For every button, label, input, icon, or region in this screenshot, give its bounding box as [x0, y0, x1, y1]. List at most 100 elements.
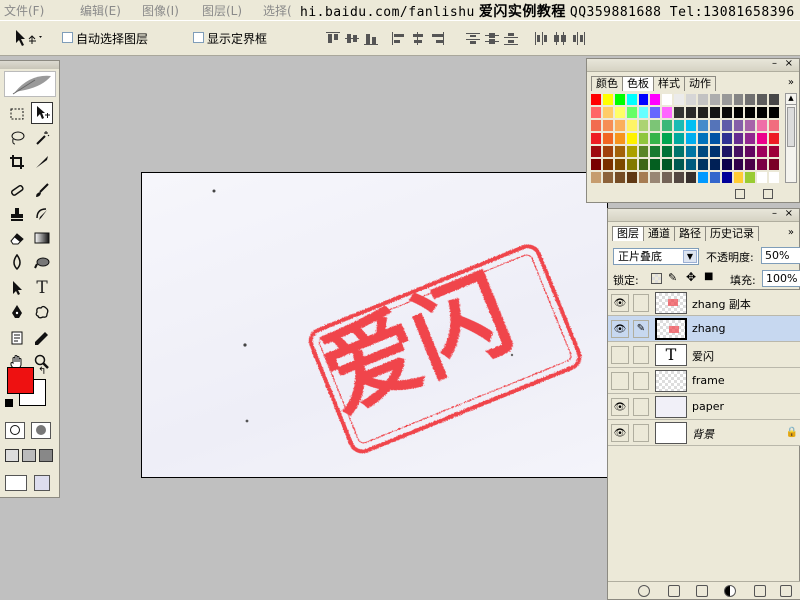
- color-swatch[interactable]: [649, 119, 662, 132]
- color-swatch[interactable]: [637, 106, 650, 119]
- color-swatch[interactable]: [696, 119, 709, 132]
- foreground-color-swatch[interactable]: [7, 367, 34, 394]
- color-swatch[interactable]: [720, 132, 733, 145]
- color-swatch[interactable]: [732, 158, 745, 171]
- tab-paths[interactable]: 路径: [674, 226, 706, 241]
- color-swatch[interactable]: [756, 93, 769, 106]
- swatches-scrollbar[interactable]: ▲: [785, 93, 797, 183]
- color-swatch[interactable]: [720, 145, 733, 158]
- color-swatch[interactable]: [696, 132, 709, 145]
- color-swatch[interactable]: [673, 132, 685, 145]
- layers-minimize-icon[interactable]: –: [772, 208, 777, 219]
- color-swatch[interactable]: [768, 171, 780, 184]
- color-swatch[interactable]: [601, 119, 614, 132]
- jump-to-imageready-icon[interactable]: [34, 475, 50, 491]
- color-swatch[interactable]: [590, 145, 602, 158]
- align-vcenter-icon[interactable]: [345, 32, 359, 45]
- align-bottom-icon[interactable]: [364, 32, 378, 45]
- slice-tool[interactable]: [31, 151, 53, 173]
- color-swatch[interactable]: [768, 132, 780, 145]
- notes-tool[interactable]: [6, 327, 28, 349]
- color-swatch[interactable]: [625, 158, 638, 171]
- color-swatch[interactable]: [720, 158, 733, 171]
- color-swatch[interactable]: [637, 145, 650, 158]
- color-swatch[interactable]: [720, 106, 733, 119]
- blur-tool[interactable]: [6, 251, 28, 273]
- standard-mode-button[interactable]: [5, 422, 25, 439]
- color-swatch[interactable]: [613, 145, 626, 158]
- color-swatch[interactable]: [661, 158, 674, 171]
- color-swatch[interactable]: [768, 106, 780, 119]
- layer-link-slot[interactable]: [633, 346, 649, 364]
- color-swatch[interactable]: [685, 132, 697, 145]
- color-swatch[interactable]: [625, 93, 638, 106]
- color-swatch[interactable]: [673, 171, 685, 184]
- menu-edit[interactable]: 编辑(E): [80, 2, 121, 19]
- color-swatch[interactable]: [625, 171, 638, 184]
- color-swatch[interactable]: [637, 171, 650, 184]
- screen-mode-standard-button[interactable]: [5, 449, 19, 462]
- color-swatch[interactable]: [768, 93, 780, 106]
- path-selection-tool[interactable]: [6, 277, 28, 299]
- color-swatch[interactable]: [661, 106, 674, 119]
- color-swatch[interactable]: [732, 171, 745, 184]
- color-swatch[interactable]: [708, 171, 721, 184]
- color-swatch[interactable]: [601, 171, 614, 184]
- color-swatch[interactable]: [625, 106, 638, 119]
- color-swatch[interactable]: [744, 106, 757, 119]
- color-swatch[interactable]: [625, 132, 638, 145]
- color-swatch[interactable]: [649, 171, 662, 184]
- distribute-vcenter-icon[interactable]: [485, 32, 499, 45]
- screen-mode-menu-button[interactable]: [22, 449, 36, 462]
- document-canvas[interactable]: 爱闪: [141, 172, 608, 478]
- color-swatch[interactable]: [590, 119, 602, 132]
- color-swatch[interactable]: [637, 158, 650, 171]
- color-swatch[interactable]: [744, 132, 757, 145]
- tab-swatches[interactable]: 色板: [622, 76, 654, 91]
- color-swatch[interactable]: [649, 145, 662, 158]
- color-swatch[interactable]: [649, 132, 662, 145]
- eye-slot[interactable]: [611, 346, 629, 364]
- eye-icon[interactable]: 👁: [611, 398, 629, 416]
- trash-icon[interactable]: [780, 585, 792, 597]
- color-swatch[interactable]: [696, 158, 709, 171]
- lock-position-icon[interactable]: ✥: [686, 270, 696, 284]
- color-swatch[interactable]: [685, 119, 697, 132]
- color-swatch[interactable]: [708, 132, 721, 145]
- color-swatch[interactable]: [744, 158, 757, 171]
- color-swatch[interactable]: [590, 106, 602, 119]
- color-swatch[interactable]: [673, 119, 685, 132]
- fill-input[interactable]: 100%: [762, 270, 800, 287]
- color-swatch[interactable]: [720, 171, 733, 184]
- align-left-icon[interactable]: [392, 32, 406, 45]
- show-bounds-checkbox[interactable]: [193, 32, 204, 43]
- layer-row-paper[interactable]: 👁 paper: [608, 394, 800, 420]
- tab-layers[interactable]: 图层: [612, 226, 644, 241]
- color-swatch[interactable]: [613, 171, 626, 184]
- color-swatch[interactable]: [685, 106, 697, 119]
- brush-tool[interactable]: [31, 179, 53, 201]
- distribute-right-icon[interactable]: [572, 32, 586, 45]
- color-swatch[interactable]: [590, 93, 602, 106]
- color-swatch[interactable]: [732, 93, 745, 106]
- color-swatch[interactable]: [601, 132, 614, 145]
- color-swatch[interactable]: [768, 119, 780, 132]
- color-swatch[interactable]: [756, 145, 769, 158]
- layer-row-zhang[interactable]: 👁 ✎ zhang: [608, 316, 800, 342]
- color-swatch[interactable]: [661, 119, 674, 132]
- new-group-icon[interactable]: [696, 585, 708, 597]
- color-swatch[interactable]: [756, 171, 769, 184]
- lock-transparency-icon[interactable]: [651, 273, 662, 284]
- distribute-bottom-icon[interactable]: [504, 32, 518, 45]
- menu-select[interactable]: 选择(: [263, 2, 292, 19]
- tab-history[interactable]: 历史记录: [705, 226, 759, 241]
- layer-row-frame[interactable]: frame: [608, 368, 800, 394]
- distribute-top-icon[interactable]: [466, 32, 480, 45]
- color-swatch[interactable]: [732, 132, 745, 145]
- color-swatch[interactable]: [649, 106, 662, 119]
- color-swatch[interactable]: [625, 119, 638, 132]
- menu-file[interactable]: 文件(F): [4, 2, 44, 19]
- color-swatch[interactable]: [744, 145, 757, 158]
- eyedropper-tool[interactable]: [31, 327, 53, 349]
- color-swatch[interactable]: [708, 119, 721, 132]
